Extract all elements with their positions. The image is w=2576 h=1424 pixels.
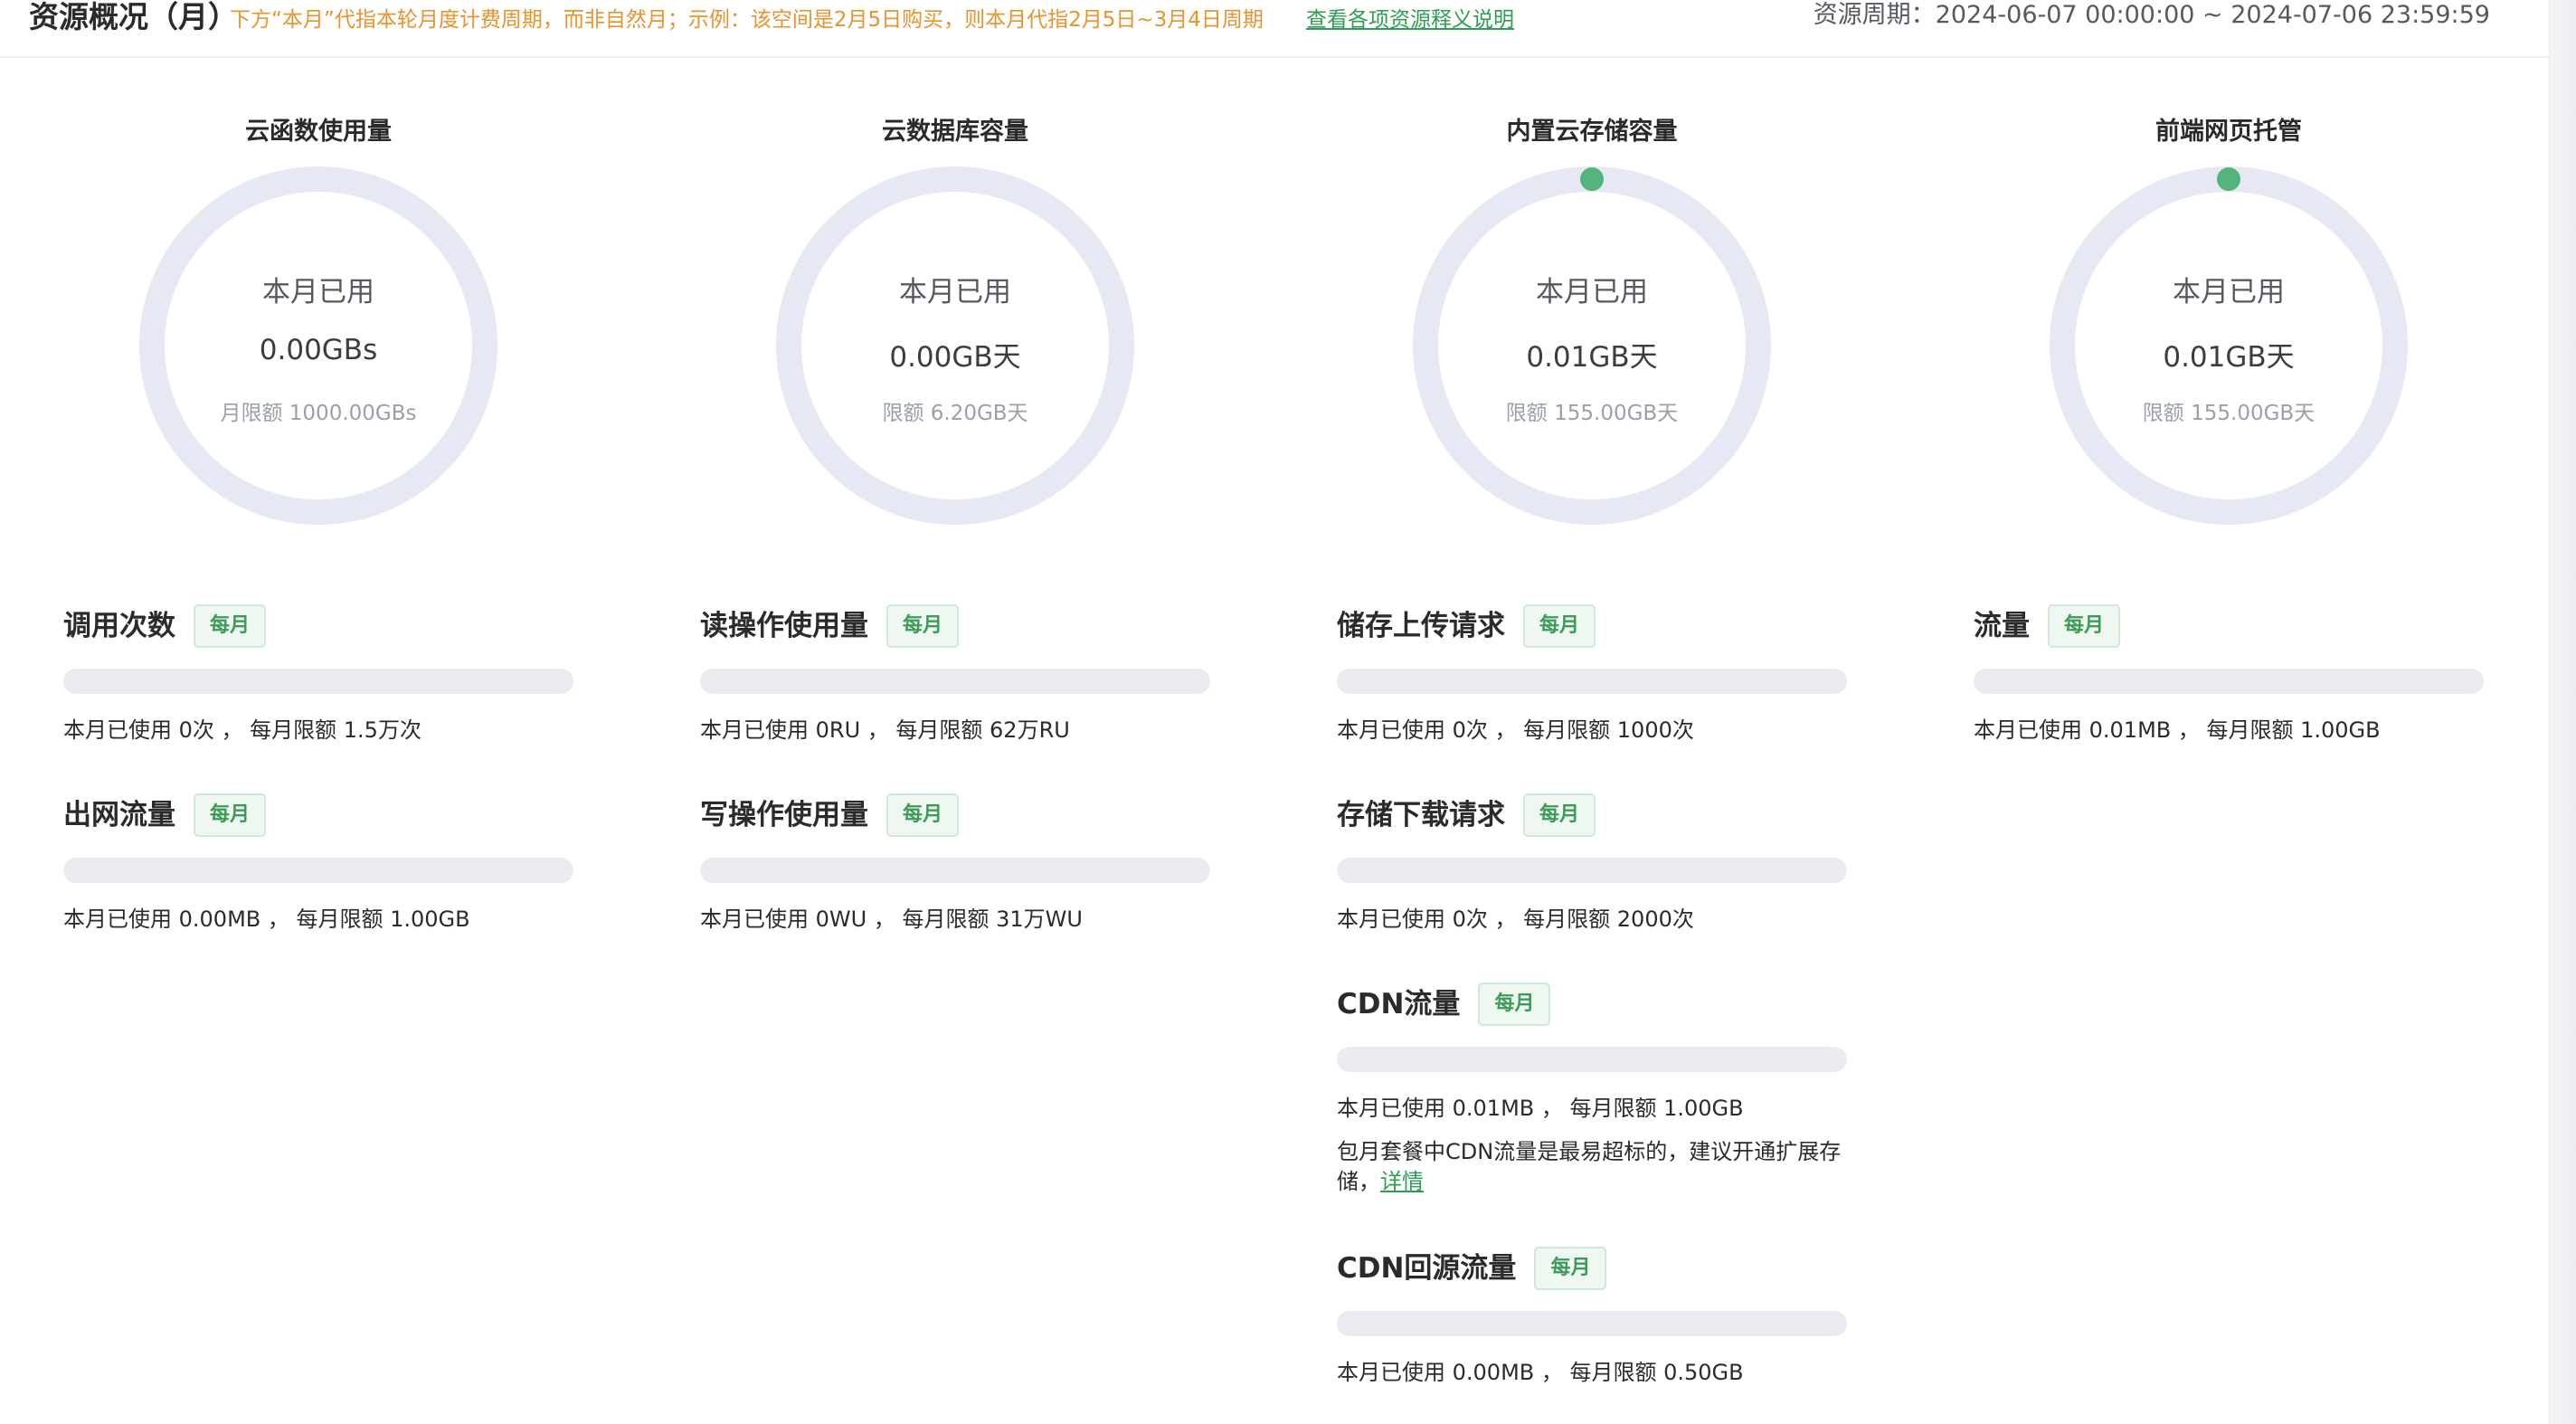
- gauge-cloud-function: 云函数使用量 本月已用 0.00GBs 月限额 1000.00GBs: [128, 0, 508, 525]
- period-badge: 每月: [2048, 604, 2121, 648]
- usage-progress-bar: [1337, 858, 1847, 883]
- cdn-tip: 包月套餐中CDN流量是最易超标的，建议开通扩展存储，详情: [1337, 1137, 1852, 1197]
- usage-progress-bar: [1337, 669, 1847, 694]
- metric-name: 读操作使用量: [700, 610, 868, 642]
- gauge-title: 云数据库容量: [882, 118, 1028, 146]
- usage-progress-bar: [1337, 1047, 1847, 1072]
- cdn-details-link[interactable]: 详情: [1380, 1169, 1424, 1194]
- usage-text: 本月已使用 0次 ， 每月限额 1.5万次: [63, 717, 421, 743]
- gauge-used-label: 本月已用: [262, 276, 374, 309]
- period-badge: 每月: [886, 793, 960, 837]
- metric-header: 调用次数 每月: [63, 603, 267, 649]
- gauge-limit: 限额 6.20GB天: [882, 402, 1028, 425]
- usage-text: 本月已使用 0次 ， 每月限额 2000次: [1337, 907, 1694, 932]
- usage-text: 本月已使用 0.01MB ， 每月限额 1.00GB: [1974, 717, 2381, 743]
- metric-name: 存储下载请求: [1337, 799, 1505, 831]
- period-badge: 每月: [886, 604, 960, 648]
- gauge-used-label: 本月已用: [2173, 276, 2285, 309]
- metric-header: 流量 每月: [1974, 603, 2121, 649]
- metric-header: 储存上传请求 每月: [1337, 603, 1596, 649]
- scrollbar-gutter[interactable]: [2549, 0, 2576, 1424]
- gauge-limit: 限额 155.00GB天: [2142, 402, 2316, 425]
- metric-header: 读操作使用量 每月: [700, 603, 960, 649]
- gauge-web-hosting: 前端网页托管 本月已用 0.01GB天 限额 155.00GB天: [2039, 0, 2419, 525]
- usage-text: 本月已使用 0RU ， 每月限额 62万RU: [700, 717, 1070, 743]
- period-badge: 每月: [194, 604, 267, 648]
- usage-progress-bar: [1974, 669, 2484, 694]
- gauge-cloud-storage: 内置云存储容量 本月已用 0.01GB天 限额 155.00GB天: [1402, 0, 1782, 525]
- metric-header: 出网流量 每月: [63, 793, 267, 838]
- usage-progress-bar: [700, 858, 1210, 883]
- metric-header: CDN回源流量 每月: [1337, 1246, 1607, 1291]
- usage-text: 本月已使用 0.00MB ， 每月限额 0.50GB: [1337, 1360, 1744, 1385]
- gauge-progress-dot: [2217, 167, 2240, 191]
- period-badge: 每月: [1478, 983, 1551, 1026]
- gauge-progress-dot: [1580, 167, 1604, 191]
- usage-progress-bar: [63, 669, 573, 694]
- metric-header: 存储下载请求 每月: [1337, 793, 1596, 838]
- resource-overview-page: 资源概况（月） 下方“本月”代指本轮月度计费周期，而非自然月；示例：该空间是2月…: [0, 0, 2576, 1424]
- gauge-value: 0.00GB天: [889, 341, 1021, 374]
- gauge-value: 0.00GBs: [259, 334, 378, 366]
- gauge-used-label: 本月已用: [899, 276, 1011, 309]
- metric-header: 写操作使用量 每月: [700, 793, 960, 838]
- gauge-limit: 限额 155.00GB天: [1505, 402, 1679, 425]
- gauge-value: 0.01GB天: [2163, 341, 2295, 374]
- usage-progress-bar: [700, 669, 1210, 694]
- period-badge: 每月: [1523, 604, 1596, 648]
- usage-progress-bar: [1337, 1311, 1847, 1336]
- gauge-title: 云函数使用量: [245, 118, 392, 146]
- metric-name: CDN回源流量: [1337, 1252, 1517, 1285]
- gauge-title: 内置云存储容量: [1506, 118, 1678, 146]
- period-badge: 每月: [1523, 793, 1596, 837]
- metric-name: 储存上传请求: [1337, 610, 1505, 642]
- usage-progress-bar: [63, 858, 573, 883]
- period-badge: 每月: [194, 793, 267, 837]
- usage-text: 本月已使用 0.01MB ， 每月限额 1.00GB: [1337, 1096, 1744, 1121]
- usage-text: 本月已使用 0次 ， 每月限额 1000次: [1337, 717, 1694, 743]
- gauge-value: 0.01GB天: [1526, 341, 1658, 374]
- metric-name: 流量: [1974, 610, 2030, 642]
- usage-text: 本月已使用 0WU ， 每月限额 31万WU: [700, 907, 1083, 932]
- metric-header: CDN流量 每月: [1337, 982, 1551, 1027]
- period-badge: 每月: [1534, 1247, 1607, 1290]
- metric-name: 出网流量: [63, 799, 175, 831]
- usage-text: 本月已使用 0.00MB ， 每月限额 1.00GB: [63, 907, 470, 932]
- metric-name: CDN流量: [1337, 988, 1461, 1021]
- gauge-used-label: 本月已用: [1536, 276, 1648, 309]
- gauge-cloud-database: 云数据库容量 本月已用 0.00GB天 限额 6.20GB天: [765, 0, 1145, 525]
- gauge-title: 前端网页托管: [2155, 118, 2302, 146]
- gauge-limit: 月限额 1000.00GBs: [220, 402, 417, 425]
- metric-name: 写操作使用量: [700, 799, 868, 831]
- metric-name: 调用次数: [63, 610, 175, 642]
